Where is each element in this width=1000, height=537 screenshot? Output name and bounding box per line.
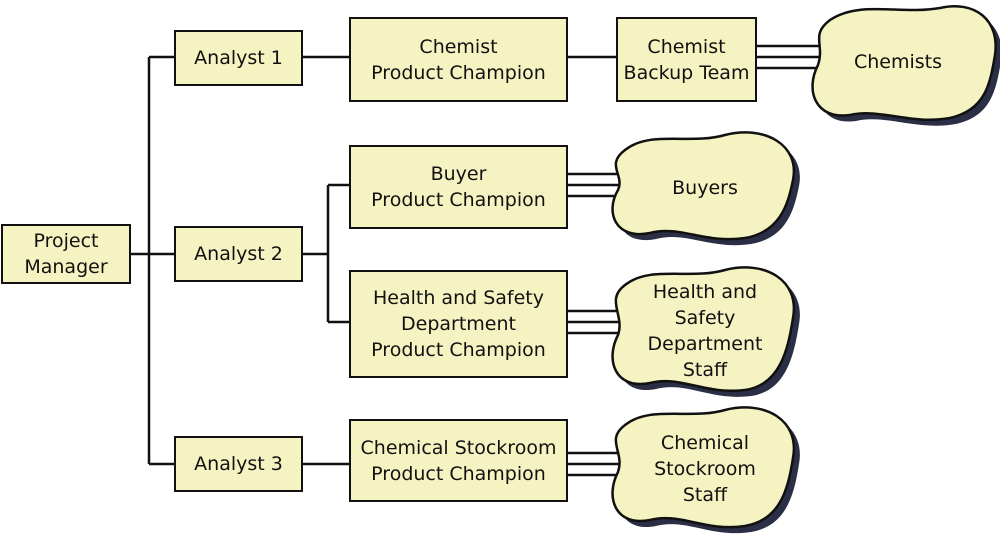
node-chemist-backup-team: Chemist Backup Team [616,17,757,102]
node-analyst-2: Analyst 2 [174,226,303,282]
node-health-safety-product-champion: Health and Safety Department Product Cha… [349,270,568,378]
triple-connector-hs [567,309,620,335]
node-chemist-product-champion: Chemist Product Champion [349,17,568,102]
triple-connector-stockroom [567,451,620,477]
group-hs-staff-label: Health and Safety Department Staff [647,281,763,381]
node-analyst-3: Analyst 3 [174,436,303,492]
node-chemical-stockroom-product-champion: Chemical Stockroom Product Champion [349,419,568,502]
node-analyst-1: Analyst 1 [174,30,303,86]
triple-connector-chemists [756,44,822,70]
triple-connector-buyers [567,172,620,198]
group-buyers-label: Buyers [672,177,738,199]
node-buyer-product-champion: Buyer Product Champion [349,145,568,229]
node-project-manager: Project Manager [1,224,131,284]
group-stockroom-staff-label: Chemical Stockroom Staff [654,432,756,506]
group-chemists-label: Chemists [853,51,943,73]
